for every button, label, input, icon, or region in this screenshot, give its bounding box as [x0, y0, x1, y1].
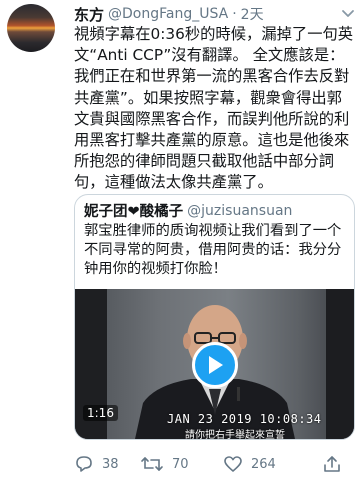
quoted-tweet-text: 郭宝胜律师的质询视频让我们看到了一个不同寻常的阿贵，借用阿贵的话：我分分钟用你的…: [84, 223, 342, 277]
video-datestamp: JAN 23 2019 10:08:34: [167, 412, 322, 426]
tweet-actions: 38 70 264: [74, 453, 355, 475]
retweet-count: 70: [172, 456, 189, 472]
quoted-tweet[interactable]: 妮子团❤酸橘子 @juzisuansuan 郭宝胜律师的质询视频让我们看到了一个…: [74, 194, 355, 440]
quoted-author-handle: @juzisuansuan: [187, 202, 293, 219]
author-handle[interactable]: @DongFang_USA: [108, 6, 228, 22]
chevron-down-icon[interactable]: [341, 6, 355, 20]
author-avatar[interactable]: [7, 4, 55, 52]
quoted-author-name: 妮子团❤酸橘子: [84, 204, 184, 220]
retweet-icon: [141, 457, 163, 471]
reply-icon: [76, 456, 92, 472]
video-duration: 1:16: [83, 405, 118, 421]
quoted-tweet-header: 妮子团❤酸橘子 @juzisuansuan: [84, 200, 348, 221]
video-player[interactable]: 1:16 JAN 23 2019 10:08:34 請你把右手舉起來宣誓: [75, 289, 354, 439]
play-icon: [209, 356, 223, 374]
like-button[interactable]: 264: [223, 453, 276, 475]
heart-icon: [224, 456, 242, 472]
tweet-text: 視頻字幕在0:36秒的時候，漏掉了一句英文“Anti CCP”沒有翻譯。 全文應…: [74, 25, 354, 192]
author-name[interactable]: 东方: [74, 4, 104, 25]
separator-dot: ·: [232, 6, 237, 22]
like-count: 264: [251, 456, 276, 472]
tweet-timestamp[interactable]: 2天: [241, 4, 264, 24]
play-button[interactable]: [192, 342, 238, 388]
share-icon: [324, 456, 340, 472]
tweet-header: 东方 @DongFang_USA · 2天: [74, 4, 355, 24]
video-subtitle: 請你把右手舉起來宣誓: [185, 430, 285, 439]
retweet-button[interactable]: 70: [140, 453, 189, 475]
video-frame-right: [326, 289, 354, 439]
reply-button[interactable]: 38: [74, 453, 119, 475]
share-button[interactable]: [322, 453, 350, 475]
reply-count: 38: [102, 456, 119, 472]
